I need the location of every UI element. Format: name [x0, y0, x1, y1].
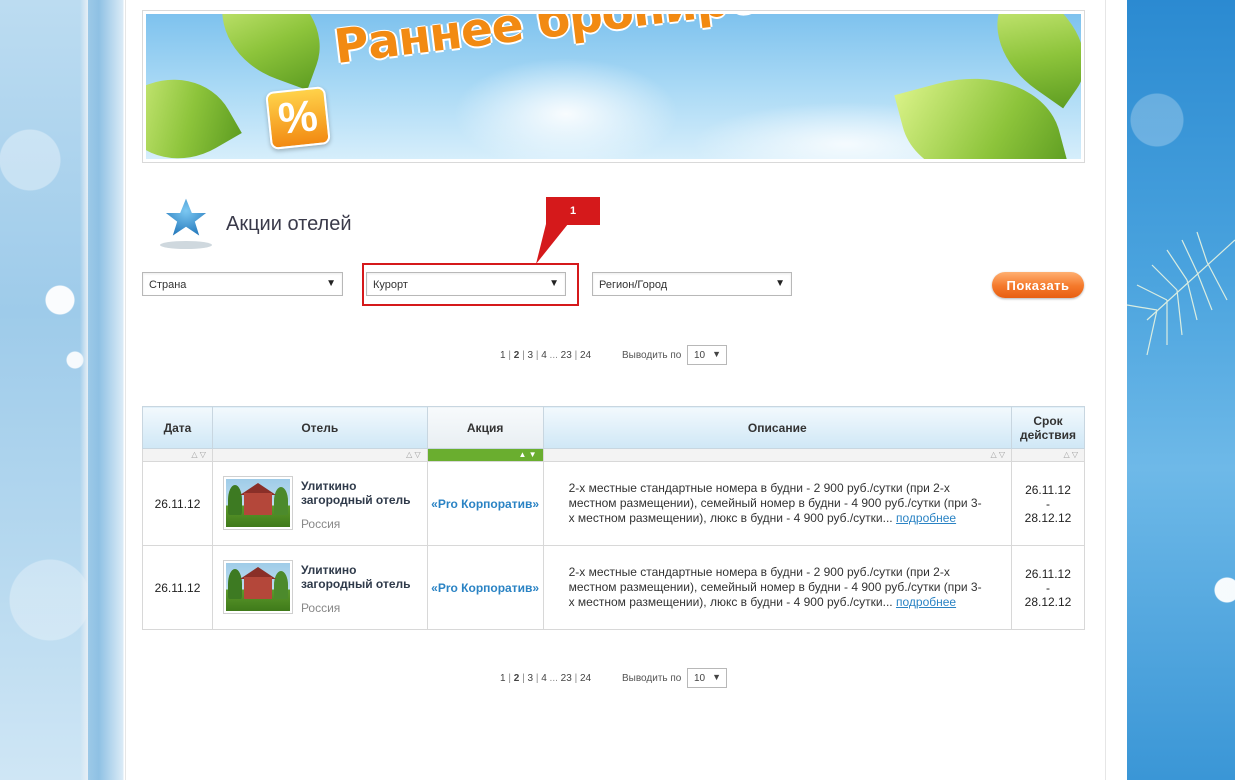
table-row: 26.11.12 Улиткино загородный отель Росси… — [142, 545, 1085, 630]
description-cell: 2-х местные стандартные номера в будни -… — [542, 545, 1013, 630]
term-from: 26.11.12 — [1025, 566, 1071, 581]
term-to: 28.12.12 — [1024, 594, 1072, 609]
hotel-cell: Улиткино загородный отель Россия — [211, 461, 428, 546]
annotation-callout: 1 — [546, 197, 600, 225]
deals-table: Дата Отель Акция Описание Срок действия … — [142, 406, 1085, 630]
promo-link[interactable]: «Pro Корпоратив» — [431, 497, 539, 511]
pine-branch-decoration — [1127, 231, 1235, 356]
region-select-value: Регион/Город — [599, 279, 668, 291]
page-link[interactable]: 23 — [561, 350, 572, 361]
page-link[interactable]: 24 — [580, 673, 591, 684]
more-link[interactable]: подробнее — [896, 595, 956, 609]
page-link[interactable]: 1 — [500, 350, 506, 361]
background-right — [1127, 0, 1235, 780]
resort-select-value: Курорт — [373, 279, 408, 291]
more-link[interactable]: подробнее — [896, 511, 956, 525]
chevron-down-icon: ▼ — [775, 278, 785, 289]
date-cell: 26.11.12 — [142, 545, 213, 630]
term-cell: 26.11.12 - 28.12.12 — [1011, 461, 1085, 546]
sort-arrows-icon[interactable]: △ ▽ — [1011, 448, 1085, 462]
country-select-value: Страна — [149, 279, 187, 291]
page-link[interactable]: 23 — [561, 673, 572, 684]
promo-cell: «Pro Корпоратив» — [426, 545, 544, 630]
chevron-down-icon: ▼ — [326, 278, 336, 289]
term-cell: 26.11.12 - 28.12.12 — [1011, 545, 1085, 630]
description-cell: 2-х местные стандартные номера в будни -… — [542, 461, 1013, 546]
chevron-down-icon: ▼ — [549, 278, 559, 289]
column-header-term[interactable]: Срок действия — [1011, 406, 1085, 449]
hotel-cell: Улиткино загородный отель Россия — [211, 545, 428, 630]
background-left — [0, 0, 88, 780]
hotel-country: Россия — [300, 517, 341, 531]
per-page-label: Выводить по — [622, 673, 682, 684]
promo-banner[interactable]: % Раннее бронирование 2013 — [142, 10, 1085, 163]
hotel-name-link[interactable]: Улиткино загородный отель — [301, 479, 421, 507]
table-row: 26.11.12 Улиткино загородный отель Росси… — [142, 461, 1085, 546]
sort-arrows-icon[interactable]: △ ▽ — [542, 448, 1013, 462]
column-header-promo[interactable]: Акция — [426, 406, 544, 449]
page-content: % Раннее бронирование 2013 Акции отелей … — [125, 0, 1106, 780]
page-ellipsis: ... — [549, 673, 558, 684]
sort-arrows-icon[interactable]: △ ▽ — [142, 448, 213, 462]
star-icon — [160, 193, 212, 249]
column-header-hotel[interactable]: Отель — [211, 406, 428, 449]
hotel-thumbnail[interactable] — [222, 476, 293, 530]
section-header: Акции отелей — [156, 190, 456, 250]
term-to: 28.12.12 — [1024, 510, 1072, 525]
hotel-country: Россия — [300, 601, 341, 615]
page-link[interactable]: 3 — [527, 350, 533, 361]
column-header-date[interactable]: Дата — [142, 406, 213, 449]
column-header-description[interactable]: Описание — [542, 406, 1013, 449]
per-page-value: 10 — [694, 350, 706, 361]
page-link[interactable]: 24 — [580, 350, 591, 361]
promo-cell: «Pro Корпоратив» — [426, 461, 544, 546]
promo-link[interactable]: «Pro Корпоратив» — [431, 581, 539, 595]
percent-icon: % — [265, 86, 331, 150]
page-link[interactable]: 4 — [541, 673, 547, 684]
page-link[interactable]: 1 — [500, 673, 506, 684]
page-link[interactable]: 3 — [527, 673, 533, 684]
chevron-down-icon: ▼ — [712, 349, 721, 359]
annotation-callout-pointer — [536, 224, 568, 264]
leaf-decoration — [203, 14, 339, 91]
banner-title: Раннее бронирование 2013 — [331, 14, 1056, 75]
page-title: Акции отелей — [226, 213, 352, 235]
region-select[interactable]: Регион/Город ▼ — [592, 272, 792, 296]
per-page-select[interactable]: 10 ▼ — [687, 668, 727, 688]
page-link[interactable]: 4 — [541, 350, 547, 361]
date-cell: 26.11.12 — [142, 461, 213, 546]
hotel-thumbnail[interactable] — [222, 560, 293, 614]
sort-arrows-active-icon[interactable]: ▲ ▼ — [426, 448, 544, 462]
hotel-name-link[interactable]: Улиткино загородный отель — [301, 563, 421, 591]
page-link-current[interactable]: 2 — [514, 673, 520, 684]
term-from: 26.11.12 — [1025, 482, 1071, 497]
per-page-select[interactable]: 10 ▼ — [687, 345, 727, 365]
per-page-label: Выводить по — [622, 350, 682, 361]
leaf-decoration — [146, 55, 242, 159]
page-ellipsis: ... — [549, 350, 558, 361]
chevron-down-icon: ▼ — [712, 672, 721, 682]
page-link-current[interactable]: 2 — [514, 350, 520, 361]
show-button[interactable]: Показать — [992, 272, 1084, 298]
resort-select[interactable]: Курорт ▼ — [366, 272, 566, 296]
country-select[interactable]: Страна ▼ — [142, 272, 343, 296]
per-page-value: 10 — [694, 673, 706, 684]
term-dash: - — [1046, 496, 1050, 511]
term-dash: - — [1046, 580, 1050, 595]
sort-arrows-icon[interactable]: △ ▽ — [211, 448, 428, 462]
